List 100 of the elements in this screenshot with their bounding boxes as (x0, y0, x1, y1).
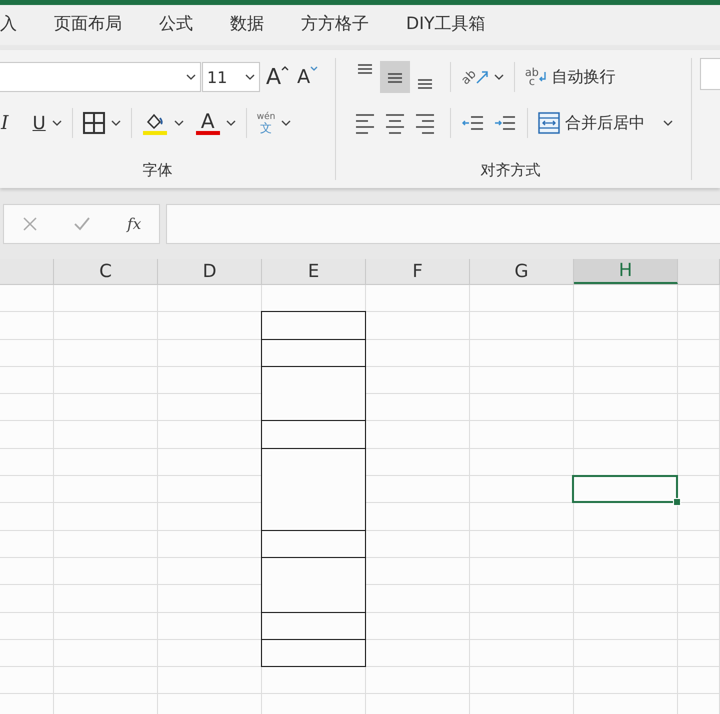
grid-cell[interactable] (366, 285, 470, 312)
grid-cell[interactable] (678, 421, 720, 449)
grid-cell[interactable] (678, 312, 720, 340)
grid-cell[interactable] (0, 585, 54, 613)
grid-cell[interactable] (0, 476, 54, 504)
grid-cell[interactable] (158, 667, 262, 694)
caret-icon[interactable] (186, 74, 196, 80)
grid-cell[interactable] (470, 312, 574, 340)
grid-cell[interactable] (54, 366, 158, 394)
grid-cell[interactable] (678, 394, 720, 422)
decrease-font-button[interactable]: A (297, 66, 318, 88)
grid-cell[interactable] (678, 640, 720, 668)
column-header[interactable]: E (262, 259, 366, 284)
font-size-field[interactable]: 11 (202, 62, 260, 92)
grid-cell[interactable] (0, 558, 54, 586)
grid-cell[interactable] (0, 503, 54, 531)
grid-cell[interactable] (366, 366, 470, 394)
grid-cell[interactable] (366, 612, 470, 640)
column-header[interactable]: D (158, 259, 262, 284)
grid-cell[interactable] (0, 285, 54, 312)
grid-cell[interactable] (54, 340, 158, 367)
grid-cell[interactable] (470, 340, 574, 367)
grid-cell[interactable] (574, 667, 678, 694)
grid-cell[interactable] (470, 366, 574, 394)
grid-cell[interactable] (678, 530, 720, 558)
formula-input[interactable] (166, 204, 720, 244)
grid-cell[interactable] (366, 312, 470, 340)
grid-cell[interactable] (574, 585, 678, 613)
grid-cell[interactable] (0, 394, 54, 422)
caret-down-icon[interactable] (310, 66, 318, 72)
fill-handle[interactable] (673, 498, 681, 506)
caret-icon[interactable] (245, 74, 255, 80)
wrap-text-button[interactable]: ab c 自动换行 (524, 66, 616, 88)
grid-cell[interactable] (54, 285, 158, 312)
bordered-cell[interactable] (261, 448, 366, 531)
grid-cell[interactable] (470, 585, 574, 613)
number-format-field[interactable] (700, 58, 720, 90)
grid-cell[interactable] (366, 448, 470, 476)
grid-cell[interactable] (574, 612, 678, 640)
grid-cell[interactable] (54, 312, 158, 340)
bordered-cell[interactable] (261, 530, 366, 558)
bordered-cell[interactable] (261, 338, 366, 367)
font-color-button[interactable]: A (196, 111, 220, 135)
return-arrow-icon[interactable] (538, 71, 547, 83)
grid-cell[interactable] (470, 640, 574, 668)
grid-cell[interactable] (470, 394, 574, 422)
grid-cell[interactable] (54, 585, 158, 613)
grid-cell[interactable] (158, 285, 262, 312)
grid-cell[interactable] (574, 530, 678, 558)
grid-cell[interactable] (678, 585, 720, 613)
grid-cell[interactable] (262, 667, 366, 694)
grid-cell[interactable] (574, 366, 678, 394)
ribbon-tab[interactable]: 公式 (159, 12, 193, 38)
grid-cell[interactable] (0, 640, 54, 668)
merge-cells-icon[interactable] (538, 112, 560, 134)
grid-cell[interactable] (0, 312, 54, 340)
bordered-cell[interactable] (261, 612, 366, 640)
grid-cell[interactable] (574, 312, 678, 340)
column-header[interactable]: H (574, 259, 678, 284)
grid-cell[interactable] (574, 503, 678, 531)
insert-function-button[interactable]: fx (127, 215, 142, 233)
grid-cell[interactable] (574, 285, 678, 312)
selected-cell[interactable] (572, 475, 678, 504)
ribbon-tab[interactable]: 方方格子 (301, 12, 369, 38)
caret-icon[interactable] (226, 120, 236, 126)
phonetic-button[interactable]: wén 文 (256, 112, 276, 134)
increase-font-button[interactable]: A (266, 64, 290, 90)
grid-cell[interactable] (54, 394, 158, 422)
grid-cell[interactable] (54, 421, 158, 449)
grid-cell[interactable] (678, 612, 720, 640)
caret-up-icon[interactable] (281, 64, 290, 70)
grid-cell[interactable] (54, 530, 158, 558)
grid-cell[interactable] (0, 612, 54, 640)
caret-icon[interactable] (494, 74, 504, 80)
grid-cell[interactable] (54, 667, 158, 694)
caret-icon[interactable] (663, 120, 673, 126)
grid-cell[interactable] (574, 394, 678, 422)
font-name-field[interactable] (0, 62, 201, 92)
grid-cell[interactable] (0, 448, 54, 476)
column-header[interactable]: F (366, 259, 470, 284)
bordered-cell[interactable] (261, 638, 366, 668)
grid-cell[interactable] (678, 285, 720, 312)
grid-cell[interactable] (366, 667, 470, 694)
bordered-cell[interactable] (261, 556, 366, 613)
caret-icon[interactable] (174, 120, 184, 126)
caret-icon[interactable] (110, 120, 121, 126)
grid-cell[interactable] (0, 667, 54, 694)
grid-cell[interactable] (470, 503, 574, 531)
grid-cell[interactable] (678, 476, 720, 504)
grid-cell[interactable] (366, 394, 470, 422)
grid-cell[interactable] (470, 612, 574, 640)
grid-cell[interactable] (470, 667, 574, 694)
merge-center-button[interactable]: 合并后居中 (538, 112, 645, 134)
cancel-icon[interactable] (22, 216, 38, 232)
ribbon-tab[interactable]: 数据 (230, 12, 264, 38)
bordered-cell[interactable] (261, 366, 366, 422)
ribbon-tab[interactable]: 入 (0, 12, 17, 38)
grid-cell[interactable] (54, 503, 158, 531)
grid-cell[interactable] (54, 448, 158, 476)
grid-cell[interactable] (54, 640, 158, 668)
